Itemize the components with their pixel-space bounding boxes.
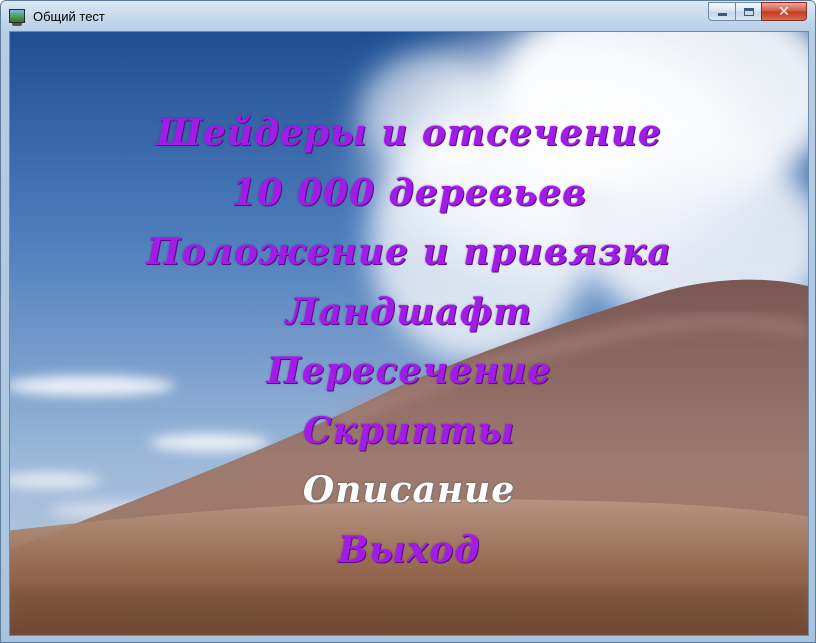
- close-button[interactable]: ✕: [761, 2, 807, 21]
- maximize-icon: [743, 7, 754, 16]
- menu-item-trees[interactable]: 10 000 деревьев: [231, 164, 586, 224]
- minimize-button[interactable]: [708, 2, 735, 21]
- main-menu: Шейдеры и отсечение 10 000 деревьев Поло…: [10, 104, 808, 580]
- window-title: Общий тест: [33, 9, 105, 24]
- menu-item-landscape[interactable]: Ландшафт: [286, 283, 532, 343]
- game-viewport[interactable]: Шейдеры и отсечение 10 000 деревьев Поло…: [9, 31, 809, 636]
- menu-item-description[interactable]: Описание: [303, 461, 515, 521]
- app-icon[interactable]: [9, 9, 25, 26]
- maximize-button[interactable]: [735, 2, 761, 21]
- menu-item-intersection[interactable]: Пересечение: [267, 342, 552, 402]
- caption-buttons: ✕: [708, 2, 807, 22]
- menu-item-scripts[interactable]: Скрипты: [303, 402, 515, 462]
- minimize-icon: [717, 13, 727, 16]
- app-window: Общий тест ✕ Шейдеры и отсечение 10 000 …: [0, 0, 816, 643]
- title-bar[interactable]: Общий тест ✕: [1, 1, 815, 35]
- menu-item-position[interactable]: Положение и привязка: [146, 223, 671, 283]
- menu-item-shaders[interactable]: Шейдеры и отсечение: [156, 104, 662, 164]
- close-icon: ✕: [778, 3, 790, 20]
- menu-item-exit[interactable]: Выход: [338, 521, 481, 581]
